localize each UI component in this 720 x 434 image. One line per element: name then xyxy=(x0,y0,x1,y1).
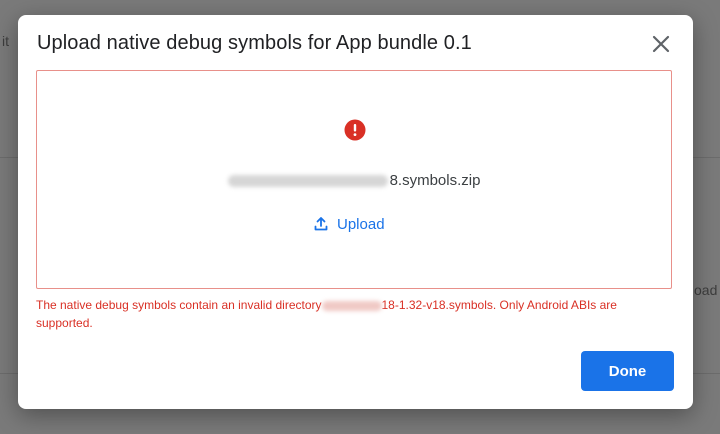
error-message-part1: The native debug symbols contain an inva… xyxy=(36,298,322,312)
close-button[interactable] xyxy=(648,31,674,57)
file-drop-zone[interactable]: 8.symbols.zip Upload xyxy=(36,70,672,289)
redacted-file-prefix xyxy=(227,175,388,188)
upload-symbols-dialog: Upload native debug symbols for App bund… xyxy=(18,15,693,409)
upload-button[interactable]: Upload xyxy=(313,212,385,236)
dialog-title: Upload native debug symbols for App bund… xyxy=(37,32,472,54)
file-name-suffix: 8.symbols.zip xyxy=(389,172,481,189)
done-button[interactable]: Done xyxy=(581,351,674,391)
close-icon xyxy=(652,35,670,53)
upload-icon xyxy=(314,217,328,231)
error-icon xyxy=(344,119,366,141)
background-text-right: oad xyxy=(694,282,718,298)
upload-label: Upload xyxy=(337,215,385,233)
redacted-directory xyxy=(321,300,382,311)
error-message: The native debug symbols contain an inva… xyxy=(36,296,656,332)
selected-file-name: 8.symbols.zip xyxy=(37,172,671,189)
background-text-left: it xyxy=(2,33,9,49)
